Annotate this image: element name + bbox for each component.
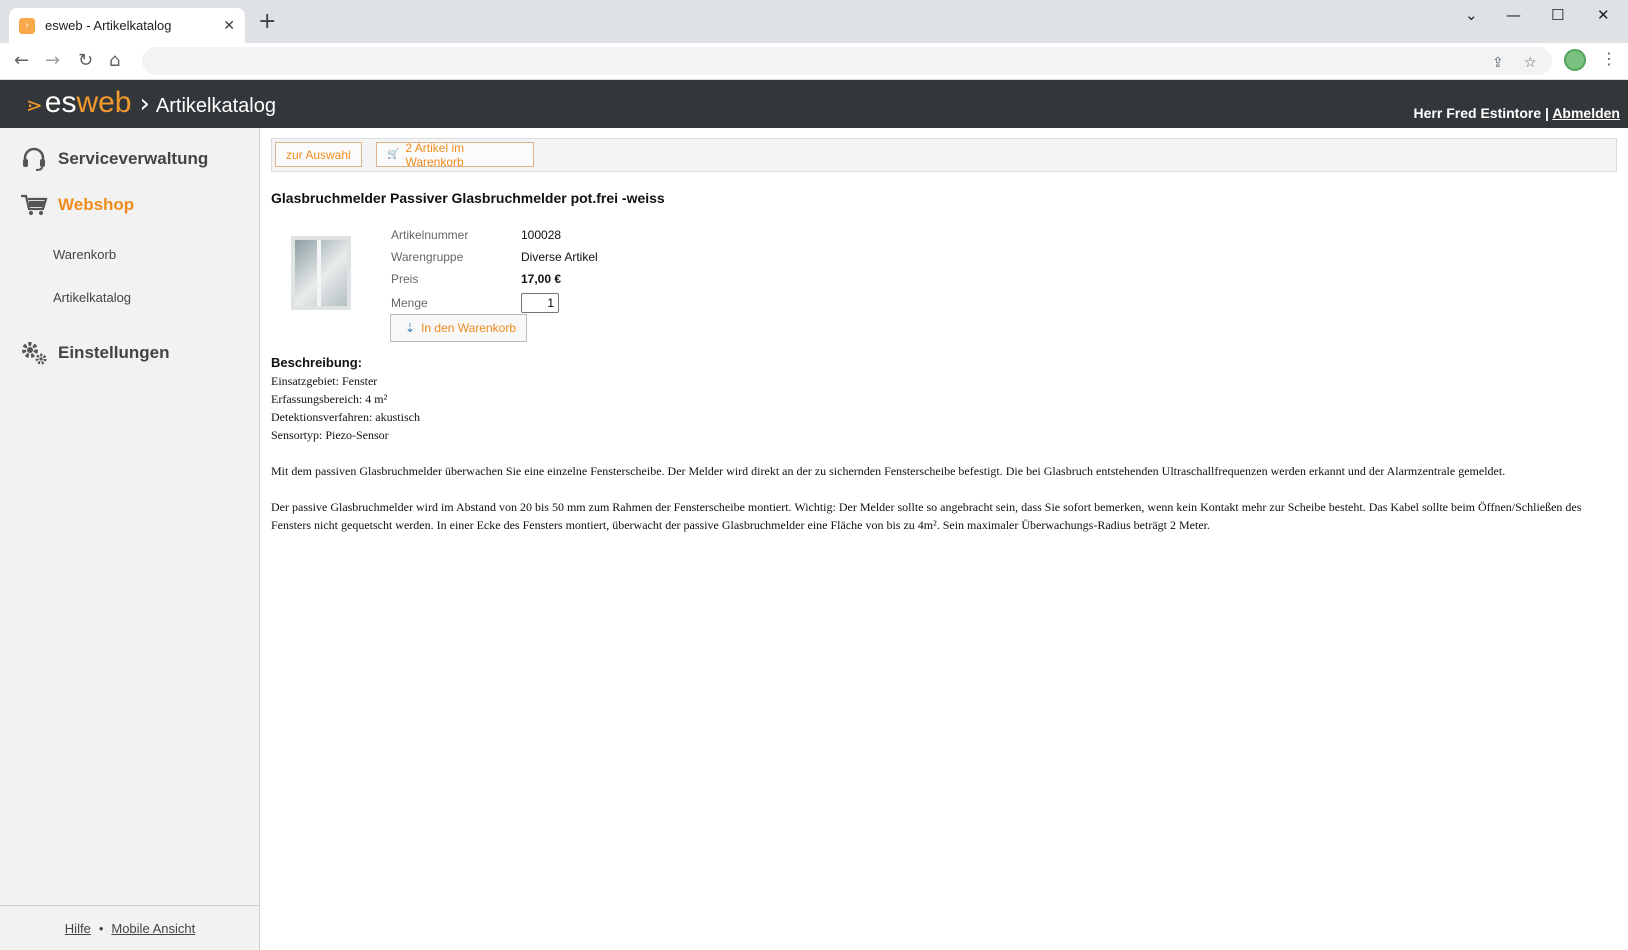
mobile-view-link[interactable]: Mobile Ansicht <box>111 921 195 936</box>
sidebar: Serviceverwaltung Webshop Warenkorb Arti… <box>0 128 260 950</box>
logo-es: es <box>44 86 77 119</box>
quantity-row: Menge 1 <box>391 290 598 316</box>
description-line: Detektionsverfahren: akustisch <box>271 410 420 424</box>
browser-toolbar: ← → ↻ ⌂ ⇪ ☆ ⋮ <box>0 43 1628 80</box>
button-label: zur Auswahl <box>286 147 351 162</box>
product-image[interactable] <box>291 236 351 310</box>
logo-arrow-icon: ⋗ <box>26 93 43 117</box>
description-line: Erfassungsbereich: 4 m² <box>271 392 388 406</box>
sidebar-item-serviceverwaltung[interactable]: Serviceverwaltung <box>20 145 208 173</box>
property-row: Preis 17,00 € <box>391 268 598 290</box>
main-content: zur Auswahl 🛒 2 Artikel im Warenkorb Gla… <box>271 138 1617 532</box>
small-cart-icon: 🛒 <box>387 149 400 160</box>
window-close-icon[interactable]: ✕ <box>1597 6 1610 24</box>
description-heading: Beschreibung: <box>271 355 363 370</box>
headset-icon <box>20 145 48 173</box>
property-row: Artikelnummer 100028 <box>391 224 598 246</box>
reload-icon[interactable]: ↻ <box>78 50 93 71</box>
property-value: Diverse Artikel <box>521 250 598 264</box>
esweb-logo[interactable]: ⋗ es web › Artikelkatalog <box>26 86 276 120</box>
esweb-favicon-icon: › <box>19 17 35 34</box>
quantity-label: Menge <box>391 296 428 310</box>
product-properties: Artikelnummer 100028 Warengruppe Diverse… <box>391 224 598 316</box>
logo-web: web <box>76 86 132 119</box>
add-to-cart-button[interactable]: ⇣ In den Warenkorb <box>390 314 527 342</box>
browser-menu-icon[interactable]: ⋮ <box>1601 49 1617 68</box>
footer-separator: • <box>98 920 104 936</box>
product-title: Glasbruchmelder Passiver Glasbruchmelder… <box>271 190 665 206</box>
cart-status-button[interactable]: 🛒 2 Artikel im Warenkorb <box>376 140 534 169</box>
description-line: Sensortyp: Piezo-Sensor <box>271 428 389 442</box>
property-label: Artikelnummer <box>391 228 469 242</box>
minimize-icon[interactable]: — <box>1506 6 1521 24</box>
app-header: ⋗ es web › Artikelkatalog Herr Fred Esti… <box>0 80 1628 128</box>
sidebar-item-artikelkatalog[interactable]: Artikelkatalog <box>53 290 131 305</box>
address-bar[interactable]: ⇪ ☆ <box>142 47 1552 75</box>
description-paragraph: Der passive Glasbruchmelder wird im Abst… <box>271 500 1582 532</box>
user-separator: | <box>1545 105 1549 121</box>
tab-title: esweb - Artikelkatalog <box>45 18 172 33</box>
description-line: Einsatzgebiet: Fenster <box>271 374 378 388</box>
property-value: 100028 <box>521 228 562 242</box>
back-icon[interactable]: ← <box>14 50 29 71</box>
action-bar: zur Auswahl 🛒 2 Artikel im Warenkorb <box>271 138 1617 172</box>
button-label: In den Warenkorb <box>421 321 517 335</box>
bookmark-star-icon[interactable]: ☆ <box>1524 55 1537 71</box>
sidebar-item-label: Webshop <box>58 195 135 214</box>
tab-search-icon[interactable]: ⌄ <box>1465 6 1478 24</box>
sidebar-footer: Hilfe • Mobile Ansicht <box>0 905 260 950</box>
gears-icon <box>20 339 48 367</box>
tab-close-icon[interactable]: ✕ <box>223 18 235 34</box>
add-cart-icon: ⇣ <box>405 321 416 335</box>
forward-icon[interactable]: → <box>45 50 60 71</box>
sidebar-item-label: Serviceverwaltung <box>58 149 209 168</box>
quantity-input[interactable]: 1 <box>521 293 559 313</box>
browser-tab[interactable]: › esweb - Artikelkatalog ✕ <box>9 8 245 43</box>
sidebar-item-einstellungen[interactable]: Einstellungen <box>20 339 169 367</box>
share-icon[interactable]: ⇪ <box>1492 55 1504 71</box>
logout-link[interactable]: Abmelden <box>1552 105 1620 121</box>
sidebar-item-warenkorb[interactable]: Warenkorb <box>53 247 116 262</box>
user-info: Herr Fred Estintore | Abmelden <box>1414 105 1620 121</box>
price-value: 17,00 € <box>521 272 562 286</box>
back-to-selection-button[interactable]: zur Auswahl <box>275 142 362 167</box>
browser-titlebar: › esweb - Artikelkatalog ✕ + ⌄ — ☐ ✕ <box>0 0 1628 43</box>
property-row: Warengruppe Diverse Artikel <box>391 246 598 268</box>
product-description: Beschreibung: Einsatzgebiet: Fenster Erf… <box>271 354 1617 534</box>
breadcrumb-chevron-icon: › <box>139 89 150 119</box>
button-label: 2 Artikel im Warenkorb <box>405 140 465 169</box>
profile-avatar[interactable] <box>1564 49 1586 71</box>
user-name: Herr Fred Estintore <box>1413 105 1542 121</box>
sidebar-item-label: Einstellungen <box>58 343 170 362</box>
property-label: Warengruppe <box>391 250 464 264</box>
cart-icon <box>20 191 48 219</box>
sidebar-item-webshop[interactable]: Webshop <box>20 191 134 219</box>
description-paragraph: Mit dem passiven Glasbruchmelder überwac… <box>271 464 1506 478</box>
property-label: Preis <box>391 272 419 286</box>
help-link[interactable]: Hilfe <box>65 921 91 936</box>
new-tab-icon[interactable]: + <box>258 11 276 33</box>
maximize-icon[interactable]: ☐ <box>1551 6 1564 24</box>
page-section-title: Artikelkatalog <box>155 95 276 117</box>
home-icon[interactable]: ⌂ <box>109 50 120 71</box>
